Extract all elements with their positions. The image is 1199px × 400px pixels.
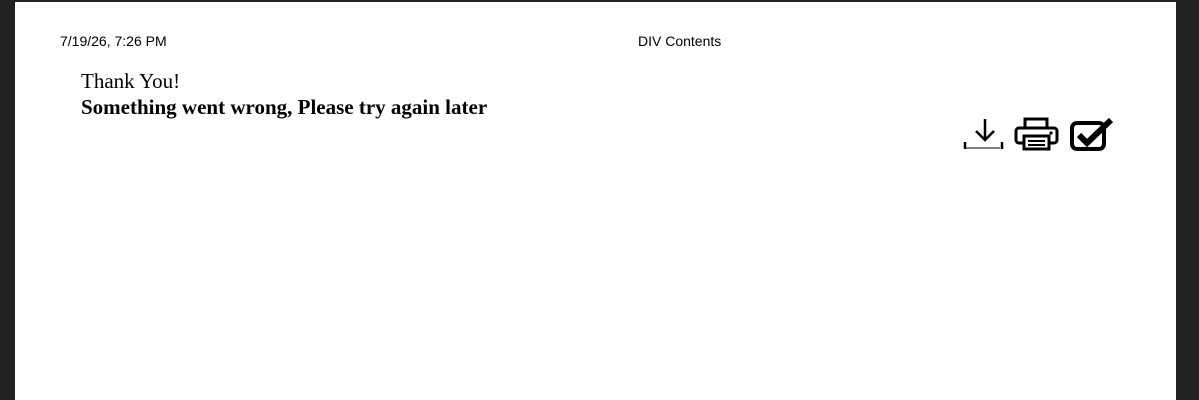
- checkbox-checked-icon[interactable]: [1069, 116, 1115, 152]
- page-header-title: DIV Contents: [638, 33, 722, 49]
- download-icon[interactable]: [960, 116, 1006, 152]
- print-page: 7/19/26, 7:26 PM DIV Contents Thank You!…: [15, 2, 1176, 400]
- error-message-text: Something went wrong, Please try again l…: [81, 95, 488, 119]
- page-header-datetime: 7/19/26, 7:26 PM: [60, 33, 167, 49]
- thank-you-text: Thank You!: [81, 69, 181, 93]
- print-preview-viewer: 7/19/26, 7:26 PM DIV Contents Thank You!…: [0, 0, 1199, 400]
- print-icon[interactable]: [1013, 116, 1061, 152]
